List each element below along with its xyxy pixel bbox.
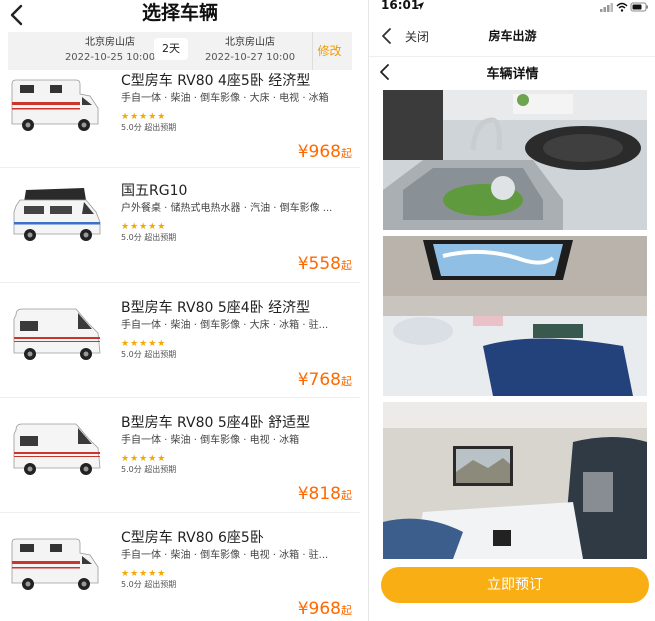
- vehicle-detail-screen: 16:01 关闭 房车出游 车辆详情 立即预订: [368, 0, 655, 621]
- c-type-motorhome-image: [11, 538, 99, 590]
- car-features: 手自一体 · 柴油 · 倒车影像 · 大床 · 冰箱 · 驻...: [121, 320, 329, 331]
- book-now-button[interactable]: 立即预订: [381, 567, 649, 603]
- kitchen-sink-photo: [383, 90, 647, 230]
- return-info: 北京房山店 2022-10-27 10:00: [190, 36, 310, 65]
- price-amount: ¥968: [297, 599, 341, 619]
- car-features: 手自一体 · 柴油 · 倒车影像 · 大床 · 电视 · 冰箱: [121, 93, 329, 104]
- car-name: C型房车 RV80 4座5卧 经济型: [121, 73, 311, 89]
- rating-score: 5.0分 超出预期: [121, 233, 177, 242]
- rating-stars-icon: ★★★★★: [121, 339, 167, 349]
- price-amount: ¥558: [297, 254, 341, 274]
- price-unit: 起: [341, 375, 352, 388]
- car-item[interactable]: B型房车 RV80 5座4卧 舒适型 手自一体 · 柴油 · 倒车影像 · 电视…: [0, 398, 360, 513]
- rental-days-badge: 2天: [154, 38, 188, 60]
- car-features: 户外餐桌 · 储热式电热水器 · 汽油 · 倒车影像 ...: [121, 203, 333, 214]
- rating-stars-icon: ★★★★★: [121, 569, 167, 579]
- rating-score: 5.0分 超出预期: [121, 350, 177, 359]
- price-unit: 起: [341, 489, 352, 502]
- car-name: 国五RG10: [121, 183, 188, 199]
- price-amount: ¥818: [297, 484, 341, 504]
- bed-skylight-photo: [383, 236, 647, 396]
- car-selection-screen: 选择车辆 北京房山店 2022-10-25 10:00 2天 北京房山店 202…: [0, 0, 360, 621]
- car-features: 手自一体 · 柴油 · 倒车影像 · 电视 · 冰箱 · 驻...: [121, 550, 329, 561]
- rating-score: 5.0分 超出预期: [121, 580, 177, 589]
- location-arrow-icon: [416, 2, 424, 10]
- price-unit: 起: [341, 604, 352, 617]
- webview-nav-bar: 关闭 房车出游: [369, 20, 655, 52]
- car-name: C型房车 RV80 6座5卧: [121, 530, 264, 546]
- b-type-motorhome-image: [13, 423, 101, 475]
- car-price: ¥558起: [298, 254, 352, 276]
- page-title: 车辆详情: [486, 67, 539, 82]
- signal-icon: [600, 3, 613, 12]
- price-unit: 起: [341, 147, 352, 160]
- modify-button[interactable]: 修改: [312, 32, 346, 70]
- car-item[interactable]: C型房车 RV80 4座5卧 经济型 手自一体 · 柴油 · 倒车影像 · 大床…: [0, 70, 360, 168]
- return-time: 2022-10-27 10:00: [204, 52, 296, 63]
- header: 选择车辆: [0, 0, 360, 32]
- wifi-icon: [616, 2, 628, 12]
- car-price: ¥968起: [298, 142, 352, 164]
- c-type-motorhome-image: [11, 79, 99, 131]
- car-price: ¥768起: [298, 370, 352, 392]
- car-price: ¥968起: [298, 599, 352, 621]
- pickup-time: 2022-10-25 10:00: [64, 52, 156, 63]
- return-store: 北京房山店: [225, 37, 275, 48]
- status-bar: 16:01: [369, 0, 655, 14]
- rating-stars-icon: ★★★★★: [121, 112, 167, 122]
- price-unit: 起: [341, 259, 352, 272]
- rating-score: 5.0分 超出预期: [121, 123, 177, 132]
- webview-title: 房车出游: [488, 29, 537, 43]
- b-type-motorhome-image: [13, 308, 101, 360]
- battery-icon: [630, 2, 648, 12]
- price-amount: ¥768: [297, 370, 341, 390]
- rating-stars-icon: ★★★★★: [121, 454, 167, 464]
- page-nav-bar: 车辆详情: [369, 56, 655, 86]
- system-status-icons: [600, 2, 648, 12]
- car-item[interactable]: C型房车 RV80 6座5卧 手自一体 · 柴油 · 倒车影像 · 电视 · 冰…: [0, 513, 360, 621]
- car-list: C型房车 RV80 4座5卧 经济型 手自一体 · 柴油 · 倒车影像 · 大床…: [0, 70, 360, 621]
- rating-stars-icon: ★★★★★: [121, 222, 167, 232]
- page-title: 选择车辆: [141, 2, 218, 24]
- car-price: ¥818起: [298, 484, 352, 506]
- pickup-store: 北京房山店: [85, 37, 135, 48]
- pop-top-van-image: [13, 188, 101, 241]
- car-name: B型房车 RV80 5座4卧 舒适型: [121, 415, 311, 431]
- car-item[interactable]: 国五RG10 户外餐桌 · 储热式电热水器 · 汽油 · 倒车影像 ... ★★…: [0, 168, 360, 283]
- car-item[interactable]: B型房车 RV80 5座4卧 经济型 手自一体 · 柴油 · 倒车影像 · 大床…: [0, 283, 360, 398]
- price-amount: ¥968: [297, 142, 341, 162]
- pickup-info: 北京房山店 2022-10-25 10:00: [50, 36, 170, 65]
- rating-score: 5.0分 超出预期: [121, 465, 177, 474]
- car-features: 手自一体 · 柴油 · 倒车影像 · 电视 · 冰箱: [121, 435, 300, 446]
- rental-date-bar[interactable]: 北京房山店 2022-10-25 10:00 2天 北京房山店 2022-10-…: [8, 32, 352, 70]
- car-name: B型房车 RV80 5座4卧 经济型: [121, 300, 311, 316]
- bed-area-photo: [383, 402, 647, 559]
- status-time: 16:01: [381, 0, 420, 12]
